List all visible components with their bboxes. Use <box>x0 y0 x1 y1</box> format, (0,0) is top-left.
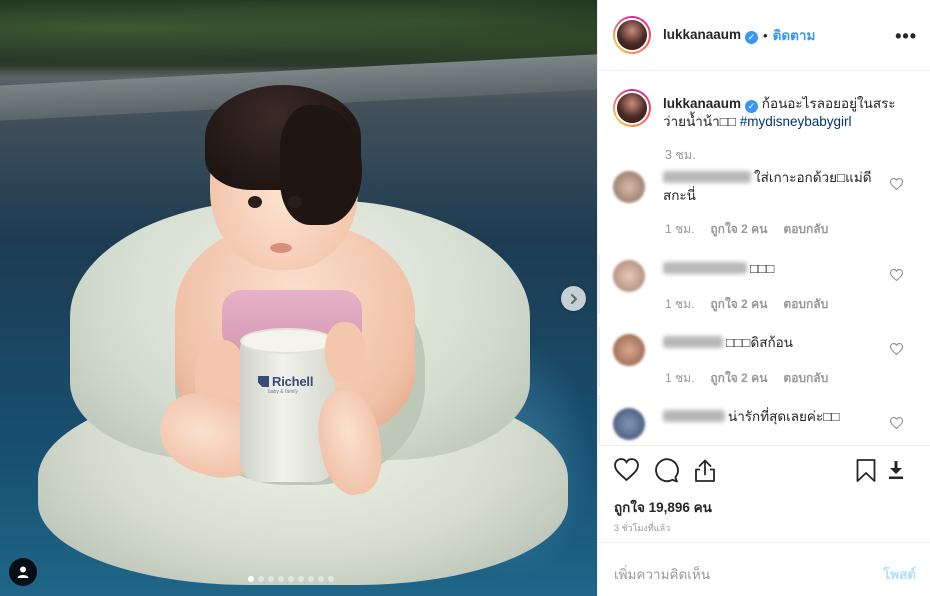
reply-button[interactable]: ตอบกลับ <box>783 222 828 236</box>
carousel-dot <box>328 576 334 582</box>
author-username-text: lukkanaaum <box>663 26 742 42</box>
caption-timestamp[interactable]: 3 ชม. <box>665 145 696 165</box>
add-comment-input[interactable]: เพิ่มความคิดเห็น <box>614 563 710 585</box>
reply-thread-rail <box>598 395 600 444</box>
carousel-dot <box>268 576 274 582</box>
header-separator: • <box>763 27 768 43</box>
carousel-dot <box>288 576 294 582</box>
reply-thread-rail <box>598 254 600 314</box>
commenter-avatar[interactable] <box>613 408 645 440</box>
comment-meta: 1 ชม. ถูกใจ 2 คน ตอบกลับ <box>665 295 844 314</box>
heart-icon[interactable] <box>890 417 903 429</box>
share-button[interactable] <box>694 458 716 483</box>
baby-eye-left <box>248 196 262 208</box>
commenter-username-redacted[interactable] <box>663 410 725 422</box>
comment-body: □□□ดิสก้อน <box>726 335 793 350</box>
comment-time[interactable]: 1 ชม. <box>665 297 694 311</box>
reply-thread-rail <box>598 327 600 387</box>
carousel-dot <box>298 576 304 582</box>
post-photo[interactable]: Richell baby & family <box>0 0 597 596</box>
comment-text: ใส่เกาะอกด้วย□แม่ดีสกะนี่ <box>663 169 883 205</box>
bookmark-icon <box>856 459 876 482</box>
commenter-username-redacted[interactable] <box>663 171 751 183</box>
carousel-dot <box>248 576 254 582</box>
comment-time[interactable]: 1 ชม. <box>665 371 694 385</box>
comment-bubble-icon <box>655 458 679 483</box>
heart-icon[interactable] <box>890 343 903 355</box>
comment-text: น่ารักที่สุดเลยค่ะ□□ <box>663 408 883 426</box>
heart-icon[interactable] <box>890 269 903 281</box>
baby-mouth <box>270 243 292 253</box>
brand-mark-icon <box>258 376 269 387</box>
caption-username[interactable]: lukkanaaum <box>663 96 741 111</box>
commenter-avatar[interactable] <box>613 171 645 203</box>
avatar-image <box>615 18 649 52</box>
brand-text: Richell <box>272 374 314 389</box>
author-username[interactable]: lukkanaaum ✓ <box>663 26 759 44</box>
baby-eye-right <box>288 196 302 208</box>
comment-body: □□□ <box>750 261 775 276</box>
heart-icon <box>614 458 639 481</box>
carousel-dot <box>258 576 264 582</box>
carousel-dot <box>318 576 324 582</box>
save-bookmark-button[interactable] <box>856 458 876 483</box>
reply-button[interactable]: ตอบกลับ <box>783 371 828 385</box>
carousel-dot <box>308 576 314 582</box>
commenter-username-redacted[interactable] <box>663 336 723 348</box>
share-icon <box>695 459 715 482</box>
like-button[interactable] <box>614 458 639 481</box>
follow-button[interactable]: ติดตาม <box>773 24 816 46</box>
commenter-username-redacted[interactable] <box>663 262 747 274</box>
comment-meta: 1 ชม. ถูกใจ 2 คน ตอบกลับ <box>665 220 844 239</box>
post-comment-button[interactable]: โพสต์ <box>883 563 916 585</box>
post-actions: ถูกใจ 19,896 คน 3 ชั่วโมงที่แล้ว <box>598 445 930 541</box>
carousel-indicator <box>248 576 334 582</box>
carousel-dot <box>278 576 284 582</box>
brand-subtext: baby & family <box>268 389 299 395</box>
comment-likes[interactable]: ถูกใจ 2 คน <box>710 297 767 311</box>
verified-badge-icon: ✓ <box>745 99 759 113</box>
user-tag-icon <box>17 566 29 578</box>
caption-author-avatar[interactable] <box>613 89 651 127</box>
more-options-icon[interactable]: ••• <box>895 26 917 47</box>
comment-likes[interactable]: ถูกใจ 2 คน <box>710 371 767 385</box>
comment-time[interactable]: 1 ชม. <box>665 222 694 236</box>
download-button[interactable] <box>888 460 904 480</box>
commenter-avatar[interactable] <box>613 334 645 366</box>
reply-button[interactable]: ตอบกลับ <box>783 297 828 311</box>
caption-hashtag[interactable]: #mydisneybabygirl <box>740 114 852 129</box>
comments-list[interactable]: lukkanaaum ✓ ก้อนอะไรลอยอยู่ในสระว่ายน้ำน… <box>598 71 930 444</box>
add-comment-bar: เพิ่มความคิดเห็น โพสต์ <box>598 542 930 596</box>
comment-meta: 1 ชม. ถูกใจ 2 คน ตอบกลับ <box>665 369 844 388</box>
post-sidebar: lukkanaaum ✓ • ติดตาม ••• lukkanaaum ✓ ก้อ… <box>597 0 930 596</box>
sippy-cup-lid <box>240 328 335 354</box>
carousel-next-button[interactable] <box>561 286 586 311</box>
post-header: lukkanaaum ✓ • ติดตาม ••• <box>598 0 930 71</box>
heart-icon[interactable] <box>890 178 903 190</box>
baby-arm-right <box>325 322 365 382</box>
post-timestamp[interactable]: 3 ชั่วโมงที่แล้ว <box>614 521 670 535</box>
cup-brand-logo: Richell <box>258 374 313 389</box>
author-avatar[interactable] <box>613 16 651 54</box>
tagged-users-button[interactable] <box>9 558 37 586</box>
commenter-avatar[interactable] <box>613 260 645 292</box>
comment-likes[interactable]: ถูกใจ 2 คน <box>710 222 767 236</box>
comment-body: น่ารักที่สุดเลยค่ะ□□ <box>728 409 840 424</box>
verified-badge-icon: ✓ <box>745 30 759 44</box>
caption-text: lukkanaaum ✓ ก้อนอะไรลอยอยู่ในสระว่ายน้ำน… <box>663 95 913 131</box>
comment-button[interactable] <box>654 458 679 483</box>
likes-count[interactable]: ถูกใจ 19,896 คน <box>614 496 712 518</box>
download-icon <box>889 461 903 479</box>
chevron-right-icon <box>570 293 577 304</box>
comment-text: □□□ดิสก้อน <box>663 334 883 352</box>
avatar-image <box>615 91 649 125</box>
comment-text: □□□ <box>663 260 883 278</box>
